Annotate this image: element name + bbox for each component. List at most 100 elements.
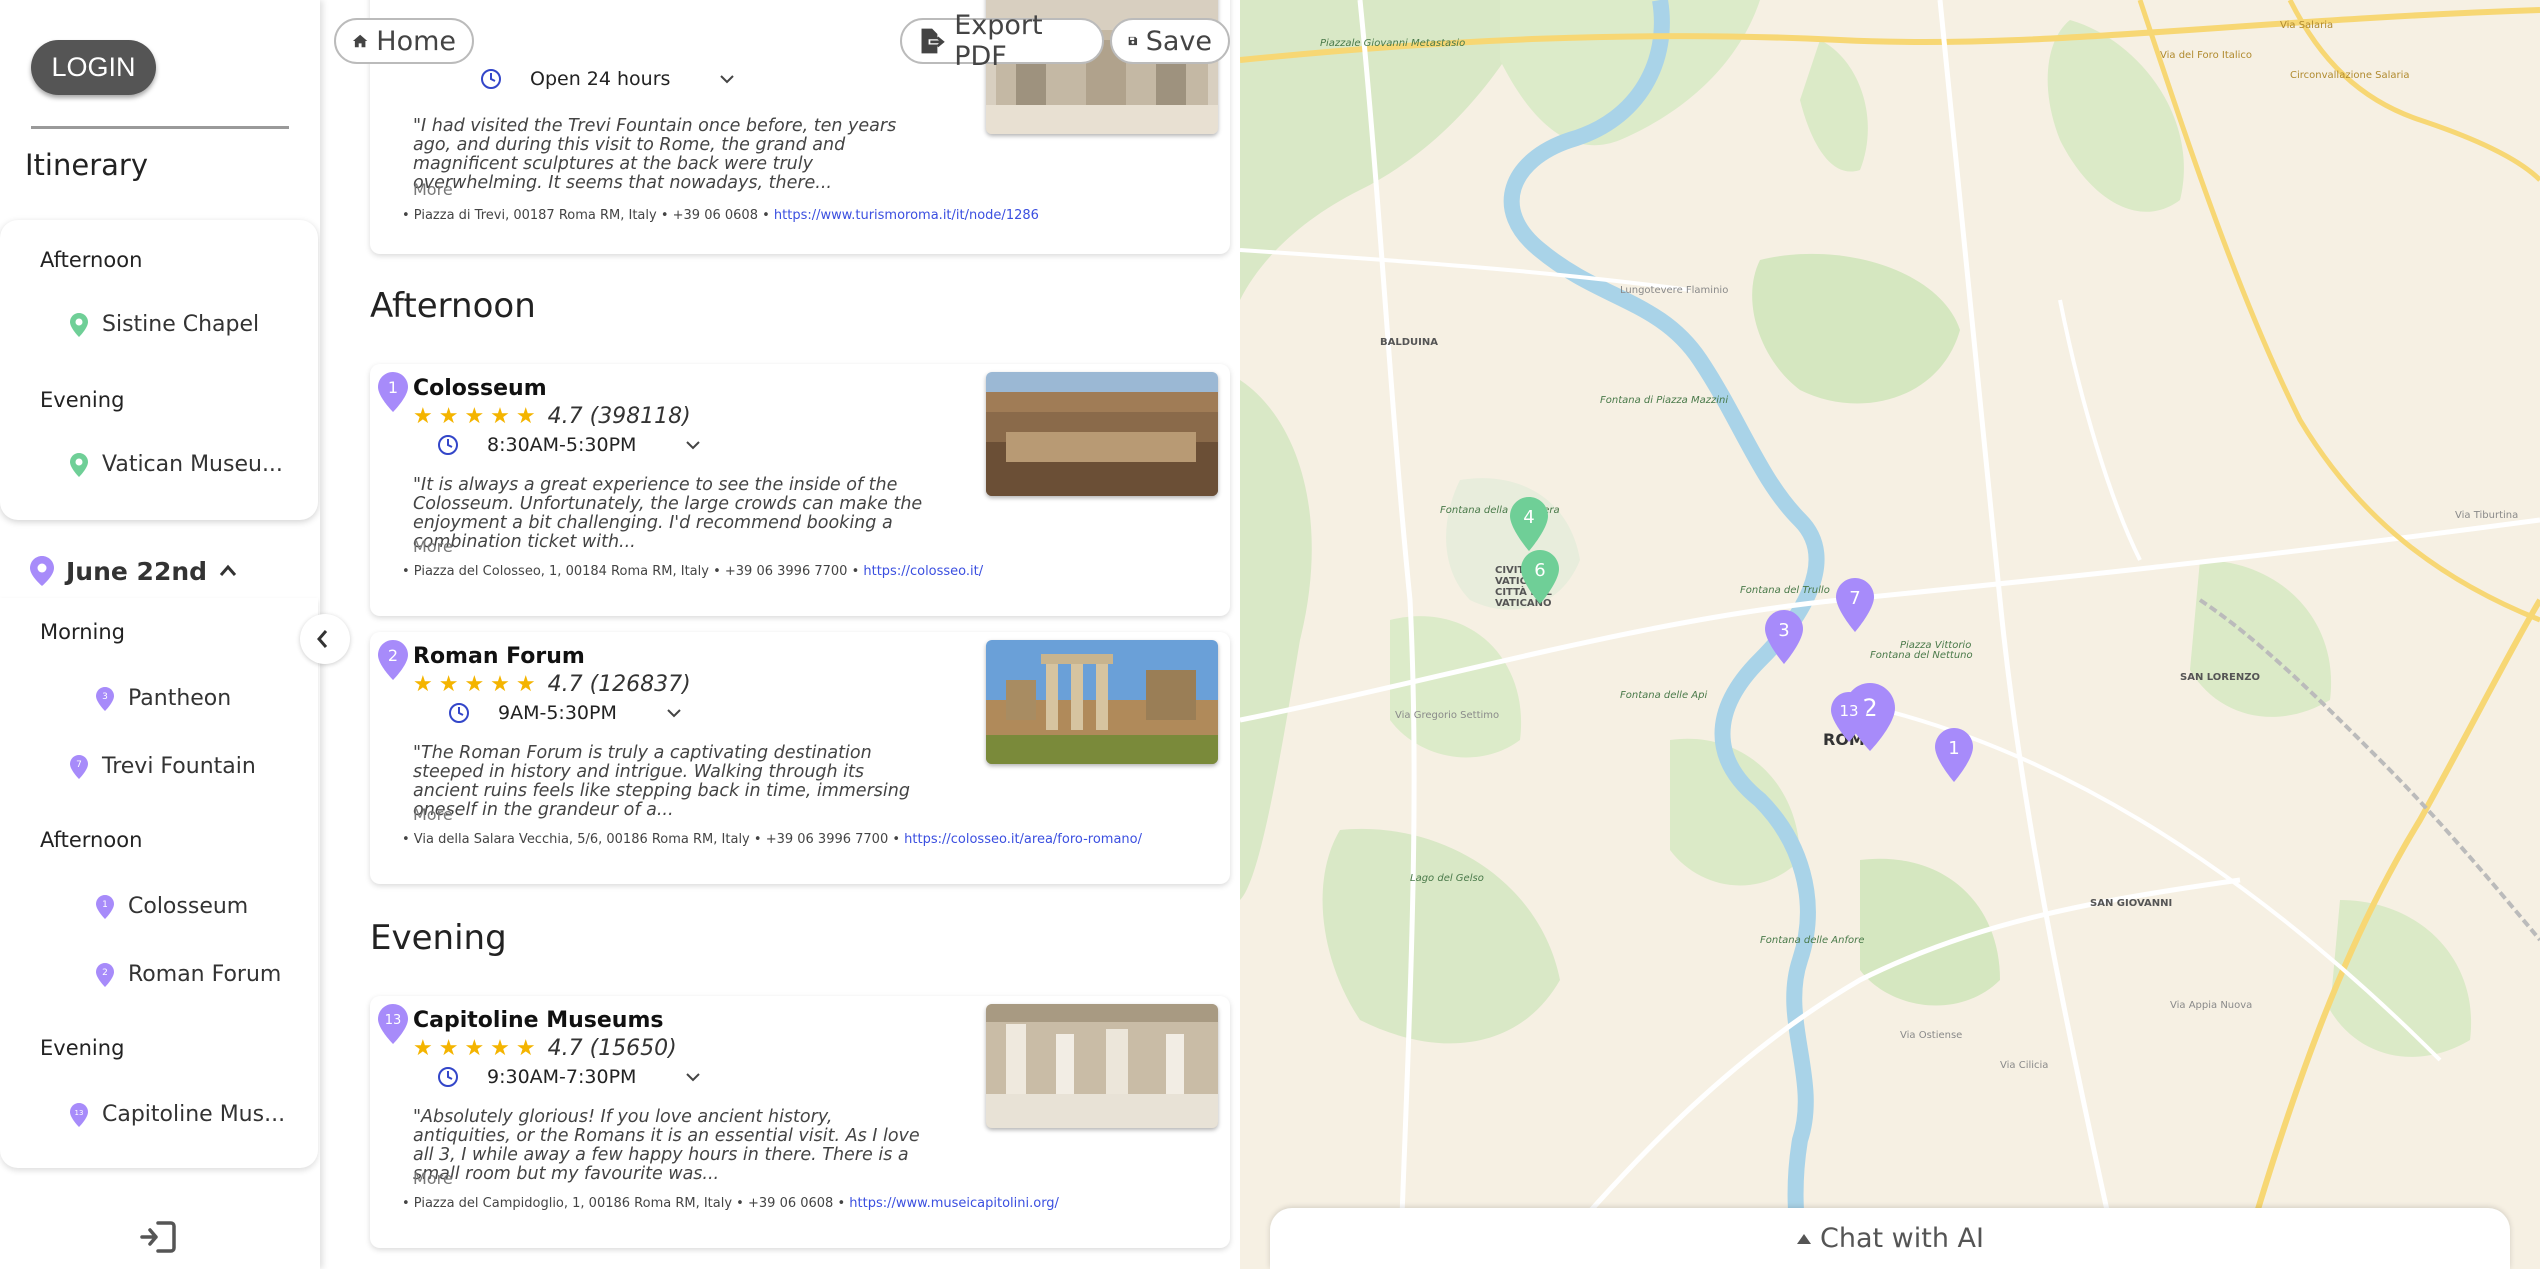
sidebar-item-label: Vatican Museu... [102,452,283,477]
map-marker-6[interactable]: 6 [1521,550,1559,604]
map-marker-1[interactable]: 1 [1935,728,1973,782]
chevron-down-icon[interactable] [684,1070,702,1084]
website-link[interactable]: https://colosseo.it/area/foro-romano/ [904,832,1142,847]
svg-text:7: 7 [1849,588,1860,609]
sidebar-item-vatican-museums[interactable]: Vatican Museu... [70,452,283,477]
sidebar-divider [31,126,289,129]
clock-icon [481,69,501,89]
svg-text:7: 7 [76,760,82,770]
place-photo [986,1004,1218,1128]
hours-row: 9:30AM-7:30PM [437,1066,702,1088]
more-link[interactable]: More [413,1169,453,1188]
period-label: Morning [40,620,126,644]
more-link[interactable]: More [413,537,453,556]
map-label: Fontana del Trullo [1740,585,1830,596]
place-meta: • Piazza del Colosseo, 1, 00184 Roma RM,… [402,564,983,579]
caret-up-icon [1797,1233,1811,1244]
sidebar-item-label: Colosseum [128,894,249,919]
hours-row: Open 24 hours [480,68,736,90]
place-meta: • Via della Salara Vecchia, 5/6, 00186 R… [402,832,1142,847]
map-label: Via Salaria [2280,20,2334,31]
map-pin-icon [70,312,88,337]
rating-value: 4.7 (126837) [547,672,691,697]
colosseum-photo [986,372,1218,496]
sidebar-item-pantheon[interactable]: 3 Pantheon [96,686,231,711]
logout-icon[interactable] [140,1220,176,1254]
sidebar-title: Itinerary [25,148,148,182]
day-card-2: Morning 3 Pantheon 7 Trevi Fountain Afte… [0,598,318,1168]
star-rating-icon: ★★★★★ [413,404,542,429]
website-link[interactable]: https://www.museicapitolini.org/ [849,1196,1059,1211]
chevron-left-icon [317,630,328,648]
sidebar-item-capitoline-museums[interactable]: 13 Capitoline Mus... [70,1102,285,1127]
address-text: • Piazza di Trevi, 00187 Roma RM, Italy … [402,208,669,223]
collapse-sidebar-button[interactable] [300,614,350,664]
login-button[interactable]: LOGIN [31,40,156,95]
period-label: Afternoon [40,248,143,272]
file-export-icon [921,28,945,54]
website-link[interactable]: https://www.turismoroma.it/it/node/1286 [774,208,1039,223]
sidebar-item-colosseum[interactable]: 1 Colosseum [96,894,248,919]
place-card-capitoline-museums[interactable]: 13 Capitoline Museums ★★★★★ 4.7 (15650) … [370,996,1230,1248]
hours-row: 9AM-5:30PM [448,702,683,724]
svg-text:2: 2 [388,646,398,665]
chevron-down-icon[interactable] [684,438,702,452]
chevron-down-icon[interactable] [665,706,683,720]
map-label: Via Ostiense [1900,1030,1963,1041]
sidebar-item-trevi-fountain[interactable]: 7 Trevi Fountain [70,754,256,779]
rating: ★★★★★ 4.7 (398118) [413,404,691,429]
place-card-colosseum[interactable]: 1 Colosseum ★★★★★ 4.7 (398118) 8:30AM-5:… [370,364,1230,616]
save-button[interactable]: Save [1110,18,1230,64]
svg-text:1: 1 [1948,738,1959,759]
map-label: Fontana del Nettuno [1870,650,1973,661]
map-marker-13[interactable]: 13 [1831,692,1867,742]
sidebar-item-label: Roman Forum [128,962,282,987]
map-label: Circonvallazione Salaria [2290,70,2410,81]
sidebar-item-sistine-chapel[interactable]: Sistine Chapel [70,312,259,337]
more-link[interactable]: More [413,805,453,824]
place-card-roman-forum[interactable]: 2 Roman Forum ★★★★★ 4.7 (126837) 9AM-5:3… [370,632,1230,884]
map-label: Via del Foro Italico [2160,50,2253,61]
chevron-down-icon[interactable] [718,72,736,86]
map-marker-7[interactable]: 7 [1836,578,1874,632]
place-meta: • Piazza del Campidoglio, 1, 00186 Roma … [402,1196,1059,1211]
itinerary-sidebar: LOGIN Itinerary Afternoon Sistine Chapel… [0,0,320,1269]
save-icon [1128,36,1138,46]
day-toggle-june-22[interactable]: June 22nd [30,556,239,586]
place-name: Colosseum [413,376,547,401]
period-label: Afternoon [40,828,143,852]
svg-text:2: 2 [102,968,108,978]
clock-icon [449,703,469,723]
rating-value: 4.7 (398118) [547,404,691,429]
capitoline-museums-photo [986,1004,1218,1128]
map-label: Via Cilicia [2000,1060,2049,1071]
website-link[interactable]: https://colosseo.it/ [863,564,983,579]
itinerary-detail: Home Export PDF Save Open 24 hours "I ha… [320,0,1240,1269]
section-title-evening: Evening [370,918,507,958]
home-button[interactable]: Home [334,18,474,64]
map-marker-4[interactable]: 4 [1510,497,1548,551]
review-text: "I had visited the Trevi Fountain once b… [413,116,897,193]
map-pin-icon: 3 [96,686,114,711]
day-date-label: June 22nd [66,556,208,586]
section-title-afternoon: Afternoon [370,286,536,326]
clock-icon [438,435,458,455]
home-icon [352,34,368,48]
map-marker-3[interactable]: 3 [1765,610,1803,664]
map-label: Lungotevere Flaminio [1620,285,1729,296]
phone-text: +39 06 0608 • [748,1196,846,1211]
chat-with-ai-button[interactable]: Chat with AI [1270,1208,2510,1269]
map-label: SAN GIOVANNI [2090,898,2173,909]
map-pin-icon: 2 [96,962,114,987]
place-name: Roman Forum [413,644,585,669]
sidebar-item-roman-forum[interactable]: 2 Roman Forum [96,962,281,987]
map-view[interactable]: Piazzale Giovanni Metastasio Via del For… [1240,0,2540,1269]
review-text: "It is always a great experience to see … [413,475,923,552]
sidebar-item-label: Capitoline Mus... [102,1102,286,1127]
sidebar-item-label: Sistine Chapel [102,312,260,337]
svg-text:13: 13 [75,1109,84,1117]
export-pdf-button[interactable]: Export PDF [900,10,1104,72]
map-label: Fontana delle Anfore [1760,935,1865,946]
more-link[interactable]: More [413,180,453,199]
map-label: Via Tiburtina [2455,510,2519,521]
